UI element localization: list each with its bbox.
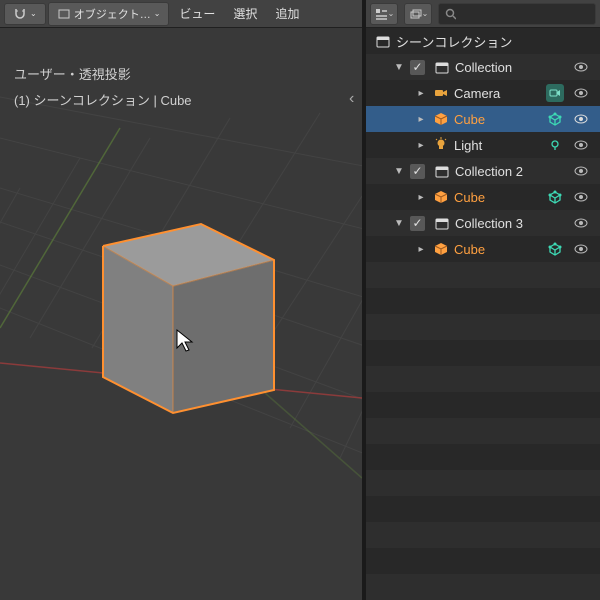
outliner-search[interactable] (438, 3, 596, 25)
expand-toggle[interactable]: ▸ (414, 140, 428, 151)
display-mode-dropdown[interactable]: ⌄ (370, 3, 398, 25)
mode-label: オブジェクト… (74, 6, 151, 22)
tree-row-cube[interactable]: ▸ Cube (366, 184, 600, 210)
snap-dropdown[interactable]: ⌄ (4, 3, 46, 25)
context-label: (1) シーンコレクション | Cube (14, 90, 192, 112)
outliner-header: ⌄ ⌄ (366, 0, 600, 28)
camera-icon (432, 84, 450, 102)
tree-row-empty (366, 340, 600, 366)
camera-label: Camera (454, 86, 546, 101)
collection-checkbox[interactable]: ✓ (410, 216, 425, 231)
cube-label: Cube (454, 242, 546, 257)
list-icon (374, 7, 388, 21)
tree-row-empty (366, 574, 600, 600)
outliner-tree: シーンコレクション ▼ ✓ Collection ▸ (366, 28, 600, 600)
projection-label: ユーザー・透視投影 (14, 64, 192, 86)
tree-row-empty (366, 392, 600, 418)
scene-collection-icon (374, 32, 392, 50)
light-data-icon[interactable] (546, 136, 564, 154)
collection-label: Collection 3 (455, 216, 572, 231)
layers-icon (408, 7, 422, 21)
expand-toggle[interactable]: ▸ (414, 192, 428, 203)
tree-row-light[interactable]: ▸ Light (366, 132, 600, 158)
tree-row-camera[interactable]: ▸ Camera (366, 80, 600, 106)
tree-row-empty (366, 548, 600, 574)
collection-icon (433, 162, 451, 180)
expand-toggle[interactable]: ▼ (392, 218, 406, 229)
mesh-data-icon[interactable] (546, 110, 564, 128)
panel-collapse-icon[interactable]: ‹ (349, 90, 354, 108)
outliner-panel: ⌄ ⌄ シーンコレクション ▼ ✓ (366, 0, 600, 600)
tree-row-empty (366, 522, 600, 548)
mode-dropdown[interactable]: オブジェクト… ⌄ (48, 2, 170, 26)
tree-row-empty (366, 366, 600, 392)
expand-toggle[interactable]: ▸ (414, 244, 428, 255)
tree-row-empty (366, 288, 600, 314)
visibility-toggle[interactable] (572, 58, 590, 76)
cube-label: Cube (454, 190, 546, 205)
tree-row-empty (366, 496, 600, 522)
tree-row-empty (366, 262, 600, 288)
view-menu[interactable]: ビュー (171, 2, 223, 25)
viewport-overlay-info: ユーザー・透視投影 (1) シーンコレクション | Cube (14, 64, 192, 112)
expand-toggle[interactable]: ▸ (414, 114, 428, 125)
collection-checkbox[interactable]: ✓ (410, 164, 425, 179)
viewport-3d[interactable]: ユーザー・透視投影 (1) シーンコレクション | Cube ‹ (0, 28, 362, 600)
tree-row-empty (366, 314, 600, 340)
chevron-down-icon: ⌄ (388, 9, 395, 18)
collection-icon (433, 214, 451, 232)
tree-row-empty (366, 444, 600, 470)
mesh-icon (432, 240, 450, 258)
search-icon (445, 8, 456, 20)
visibility-toggle[interactable] (572, 136, 590, 154)
tree-row-collection[interactable]: ▼ ✓ Collection (366, 54, 600, 80)
viewport-header: ⌄ オブジェクト… ⌄ ビュー 選択 追加 (0, 0, 362, 28)
light-icon (432, 136, 450, 154)
tree-row-cube[interactable]: ▸ Cube (366, 106, 600, 132)
tree-row-scene-collection[interactable]: シーンコレクション (366, 28, 600, 54)
visibility-toggle[interactable] (572, 110, 590, 128)
collection-icon (433, 58, 451, 76)
visibility-toggle[interactable] (572, 214, 590, 232)
search-input[interactable] (460, 8, 589, 20)
scene-collection-label: シーンコレクション (396, 32, 596, 51)
collection-mode-dropdown[interactable]: ⌄ (404, 3, 432, 25)
camera-data-icon[interactable] (546, 84, 564, 102)
expand-toggle[interactable]: ▸ (414, 88, 428, 99)
mesh-data-icon[interactable] (546, 188, 564, 206)
collection-label: Collection 2 (455, 164, 572, 179)
mesh-icon (432, 188, 450, 206)
expand-toggle[interactable]: ▼ (392, 62, 406, 73)
visibility-toggle[interactable] (572, 188, 590, 206)
visibility-toggle[interactable] (572, 162, 590, 180)
mouse-cursor-icon (175, 328, 195, 354)
tree-row-collection[interactable]: ▼ ✓ Collection 2 (366, 158, 600, 184)
cube-object (103, 224, 274, 413)
collection-checkbox[interactable]: ✓ (410, 60, 425, 75)
collection-label: Collection (455, 60, 572, 75)
visibility-toggle[interactable] (572, 240, 590, 258)
chevron-down-icon: ⌄ (30, 9, 37, 18)
viewport-panel: ⌄ オブジェクト… ⌄ ビュー 選択 追加 (0, 0, 362, 600)
visibility-toggle[interactable] (572, 84, 590, 102)
add-menu[interactable]: 追加 (267, 2, 307, 25)
select-menu[interactable]: 選択 (225, 2, 265, 25)
tree-row-empty (366, 470, 600, 496)
tree-row-collection[interactable]: ▼ ✓ Collection 3 (366, 210, 600, 236)
cube-label: Cube (454, 112, 546, 127)
mesh-icon (432, 110, 450, 128)
tree-row-empty (366, 418, 600, 444)
magnet-icon (13, 7, 27, 21)
light-label: Light (454, 138, 546, 153)
mesh-data-icon[interactable] (546, 240, 564, 258)
chevron-down-icon: ⌄ (154, 9, 161, 18)
chevron-down-icon: ⌄ (422, 9, 429, 18)
object-mode-icon (57, 7, 71, 21)
expand-toggle[interactable]: ▼ (392, 166, 406, 177)
tree-row-cube[interactable]: ▸ Cube (366, 236, 600, 262)
